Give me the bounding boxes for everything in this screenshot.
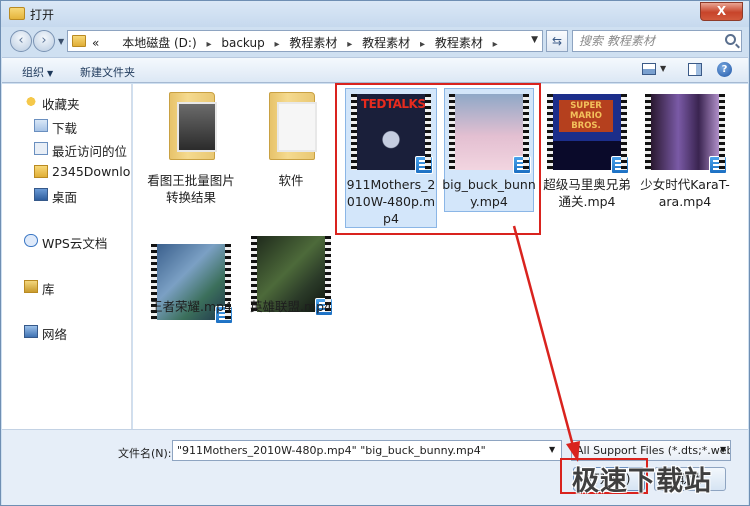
watermark-text: 极速下载站 [572,466,712,497]
annotation-arrow [512,225,580,462]
